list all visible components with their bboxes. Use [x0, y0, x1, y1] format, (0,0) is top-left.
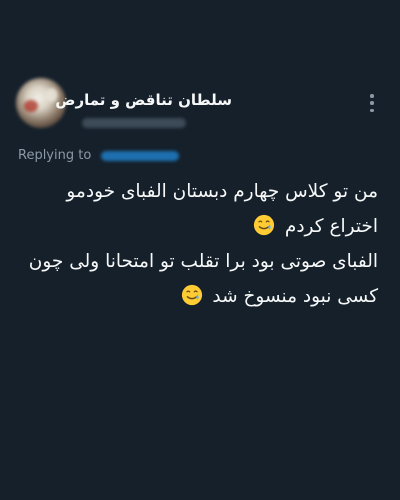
tweet-line-text: من تو کلاس چهارم دبستان الفبای خودمو [66, 181, 378, 202]
more-options-icon[interactable] [364, 92, 380, 114]
crying-smile-emoji-icon [181, 284, 202, 306]
dot [370, 101, 374, 105]
avatar-detail [24, 100, 38, 112]
author-display-name[interactable]: سلطان تناقض و تمارض [55, 91, 232, 109]
dot [370, 94, 374, 98]
replying-to-label: Replying to [18, 148, 92, 163]
author-handle[interactable] [82, 118, 186, 128]
replying-to-line: Replying to [18, 148, 180, 163]
reply-target-handle[interactable] [101, 150, 180, 161]
tweet-line-text: الفبای صوتی بود برا تقلب تو امتحانا ولی … [28, 251, 378, 272]
dot [370, 108, 374, 112]
crying-smile-emoji-icon [253, 214, 275, 236]
tweet-line: الفبای صوتی بود برا تقلب تو امتحانا ولی … [18, 244, 378, 279]
tweet-line: کسی نبود منسوخ شد [18, 279, 378, 314]
tweet-line: من تو کلاس چهارم دبستان الفبای خودمو [18, 174, 378, 209]
tweet-text: من تو کلاس چهارم دبستان الفبای خودمو اخت… [18, 174, 378, 314]
tweet-line: اختراع کردم [18, 209, 378, 244]
tweet-line-text: اختراع کردم [284, 216, 378, 237]
tweet-line-text: کسی نبود منسوخ شد [212, 286, 378, 307]
